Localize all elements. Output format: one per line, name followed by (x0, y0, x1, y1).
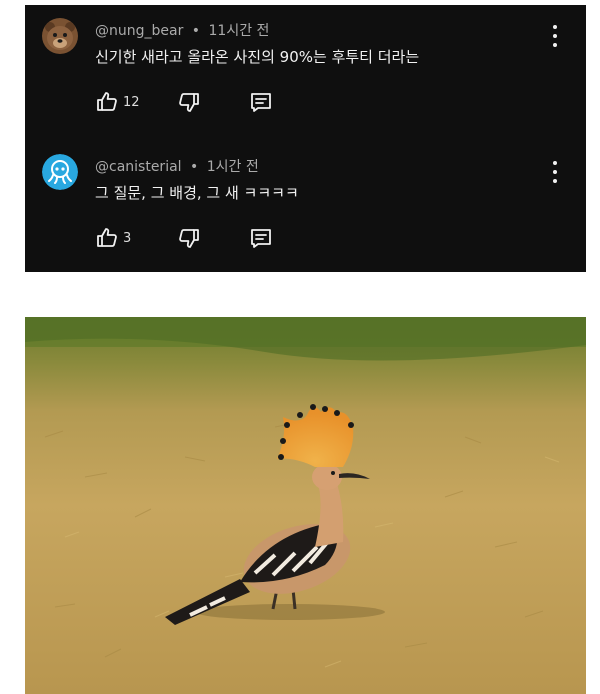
hoopoe-bird-photo (25, 317, 586, 694)
comment-meta: @nung_bear • 11시간 전 (95, 20, 269, 40)
thumbs-up-icon (95, 226, 119, 250)
thumbs-up-icon (95, 90, 119, 114)
comment-text: 신기한 새라고 올라온 사진의 90%는 후투티 더라는 (95, 48, 420, 66)
meta-separator: • (190, 159, 199, 175)
more-options-icon[interactable] (548, 25, 562, 47)
thumbs-down-icon (177, 226, 201, 250)
comment-reply-icon (249, 226, 273, 250)
reply-button[interactable] (249, 225, 273, 251)
comment-item: @nung_bear • 11시간 전 신기한 새라고 올라온 사진의 90%는… (25, 5, 586, 135)
thumbs-down-icon (177, 90, 201, 114)
comment-time[interactable]: 1시간 전 (207, 159, 259, 175)
like-button[interactable]: 12 (95, 89, 140, 115)
reply-button[interactable] (249, 89, 273, 115)
comment-meta: @canisterial • 1시간 전 (95, 156, 259, 176)
comment-actions: 12 (95, 89, 315, 117)
meta-separator: • (191, 23, 201, 39)
comment-reply-icon (249, 90, 273, 114)
comment-item: @canisterial • 1시간 전 그 질문, 그 배경, 그 새 ㅋㅋㅋ… (25, 141, 586, 271)
dislike-button[interactable] (177, 225, 201, 251)
bear-avatar-icon[interactable] (42, 18, 78, 54)
dislike-button[interactable] (177, 89, 201, 115)
comment-text: 그 질문, 그 배경, 그 새 ㅋㅋㅋㅋ (95, 184, 299, 202)
comment-time[interactable]: 11시간 전 (209, 23, 270, 39)
octopus-avatar-icon[interactable] (42, 154, 78, 190)
like-count: 3 (123, 230, 132, 246)
comment-actions: 3 (95, 225, 315, 253)
like-button[interactable]: 3 (95, 225, 131, 251)
like-count: 12 (123, 94, 140, 110)
comment-username[interactable]: @canisterial (95, 159, 182, 175)
comments-panel: @nung_bear • 11시간 전 신기한 새라고 올라온 사진의 90%는… (25, 5, 586, 272)
comment-username[interactable]: @nung_bear (95, 23, 183, 39)
more-options-icon[interactable] (548, 161, 562, 183)
